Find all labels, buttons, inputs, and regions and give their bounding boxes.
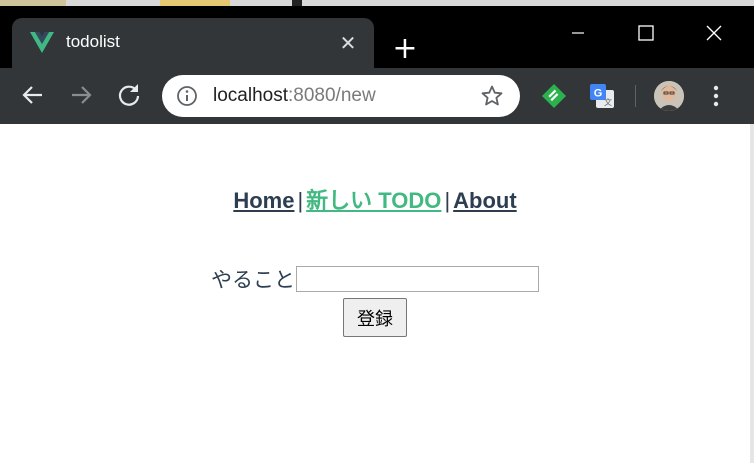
page-content: Home | 新しい TODO | About やること 登録 xyxy=(0,124,750,463)
svg-text:G: G xyxy=(594,88,603,100)
site-info-icon[interactable] xyxy=(176,85,198,107)
browser-toolbar: localhost:8080/new G 文 xyxy=(0,68,754,124)
url-path: :8080/new xyxy=(288,85,376,106)
new-tab-button[interactable]: + xyxy=(388,32,422,66)
todo-form: やること xyxy=(0,264,750,294)
browser-tab[interactable]: todolist ✕ xyxy=(12,18,374,70)
nav-link-about[interactable]: About xyxy=(453,188,517,213)
forward-arrow-icon[interactable] xyxy=(66,80,96,110)
kebab-menu-icon[interactable] xyxy=(706,82,726,110)
close-icon[interactable] xyxy=(690,12,738,54)
register-button[interactable]: 登録 xyxy=(343,298,407,337)
reload-icon[interactable] xyxy=(114,80,144,110)
svg-text:文: 文 xyxy=(604,97,612,107)
todo-input[interactable] xyxy=(296,266,539,292)
nav-link-home[interactable]: Home xyxy=(233,188,294,213)
nav-link-new-todo[interactable]: 新しい TODO xyxy=(306,188,441,213)
toolbar-divider xyxy=(635,85,636,107)
url-text[interactable]: localhost:8080/new xyxy=(213,85,376,107)
tab-close-icon[interactable]: ✕ xyxy=(335,30,361,56)
minimize-icon[interactable] xyxy=(554,12,602,54)
nav-separator: | xyxy=(444,188,451,213)
maximize-icon[interactable] xyxy=(622,12,670,54)
todo-label: やること xyxy=(211,268,295,292)
profile-avatar[interactable] xyxy=(654,81,684,111)
nav-bar: Home | 新しい TODO | About xyxy=(0,183,750,215)
address-bar[interactable]: localhost:8080/new xyxy=(162,75,520,117)
url-host: localhost xyxy=(213,85,288,106)
feedly-icon[interactable] xyxy=(540,82,568,110)
nav-separator: | xyxy=(297,188,304,213)
back-arrow-icon[interactable] xyxy=(18,80,48,110)
tab-title: todolist xyxy=(66,32,120,51)
browser-titlebar: todolist ✕ + xyxy=(0,6,754,70)
avatar-image xyxy=(654,81,684,111)
window-edge xyxy=(750,124,754,463)
google-translate-icon[interactable]: G 文 xyxy=(588,82,616,110)
bookmark-star-icon[interactable] xyxy=(480,84,504,108)
vue-logo-icon xyxy=(30,32,54,53)
